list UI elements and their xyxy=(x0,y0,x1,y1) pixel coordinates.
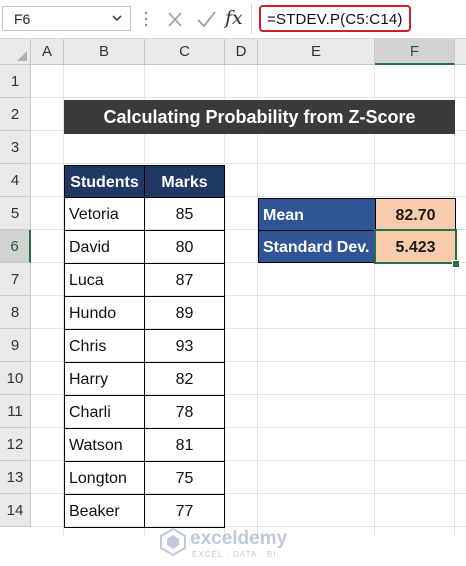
column-header-c[interactable]: C xyxy=(145,39,225,65)
row-header-13[interactable]: 13 xyxy=(0,461,31,494)
watermark-logo: exceldemy EXCEL · DATA · BI xyxy=(160,526,320,566)
row-header-11[interactable]: 11 xyxy=(0,395,31,428)
column-header-b[interactable]: B xyxy=(64,39,145,65)
active-cell-border xyxy=(374,229,457,264)
column-header-next[interactable] xyxy=(455,39,466,65)
student-name-cell[interactable]: Luca xyxy=(64,263,145,297)
student-name-cell[interactable]: Hundo xyxy=(64,296,145,330)
table-header-marks[interactable]: Marks xyxy=(144,165,225,198)
row-header-14[interactable]: 14 xyxy=(0,494,31,527)
row-header-6[interactable]: 6 xyxy=(0,230,31,263)
fill-handle[interactable] xyxy=(452,260,460,268)
row-header-12[interactable]: 12 xyxy=(0,428,31,461)
student-name-cell[interactable]: Watson xyxy=(64,428,145,462)
marks-cell[interactable]: 89 xyxy=(144,296,225,330)
row-header-7[interactable]: 7 xyxy=(0,263,31,296)
gridline xyxy=(257,65,258,536)
row-header-4[interactable]: 4 xyxy=(0,164,31,197)
row-header-5[interactable]: 5 xyxy=(0,197,31,230)
row-header-8[interactable]: 8 xyxy=(0,296,31,329)
row-header-3[interactable]: 3 xyxy=(0,131,31,164)
column-header-d[interactable]: D xyxy=(225,39,258,65)
name-box[interactable]: F6 xyxy=(2,6,131,31)
marks-cell[interactable]: 80 xyxy=(144,230,225,264)
student-name-cell[interactable]: Longton xyxy=(64,461,145,495)
marks-cell[interactable]: 85 xyxy=(144,197,225,231)
student-name-cell[interactable]: Vetoria xyxy=(64,197,145,231)
student-name-cell[interactable]: Harry xyxy=(64,362,145,396)
watermark-name: exceldemy xyxy=(190,528,288,549)
student-name-cell[interactable]: Charli xyxy=(64,395,145,429)
chevron-down-icon[interactable] xyxy=(110,11,124,25)
gridline xyxy=(31,163,466,164)
column-header-f[interactable]: F xyxy=(375,39,455,65)
formula-text: =STDEV.P(C5:C14) xyxy=(267,11,403,28)
formula-bar: F6 fx =STDEV.P(C5:C14) xyxy=(0,0,466,39)
marks-cell[interactable]: 77 xyxy=(144,494,225,528)
sheet-title[interactable]: Calculating Probability from Z-Score xyxy=(64,100,455,134)
marks-cell[interactable]: 82 xyxy=(144,362,225,396)
mean-label[interactable]: Mean xyxy=(258,198,376,231)
row-header-10[interactable]: 10 xyxy=(0,362,31,395)
row-header-2[interactable]: 2 xyxy=(0,98,31,131)
check-icon[interactable] xyxy=(195,7,217,31)
marks-cell[interactable]: 78 xyxy=(144,395,225,429)
cancel-icon[interactable] xyxy=(165,7,185,31)
marks-cell[interactable]: 75 xyxy=(144,461,225,495)
insert-function-icon[interactable]: fx xyxy=(225,7,243,29)
worksheet-grid[interactable]: A B C D E F 1 2 3 4 5 6 7 8 9 10 11 12 1… xyxy=(0,39,466,559)
std-dev-label[interactable]: Standard Dev. xyxy=(258,230,376,263)
student-name-cell[interactable]: David xyxy=(64,230,145,264)
table-header-students[interactable]: Students xyxy=(64,165,145,198)
marks-cell[interactable]: 93 xyxy=(144,329,225,363)
student-name-cell[interactable]: Chris xyxy=(64,329,145,363)
gridline xyxy=(374,65,375,536)
marks-cell[interactable]: 81 xyxy=(144,428,225,462)
column-header-e[interactable]: E xyxy=(258,39,375,65)
name-box-value: F6 xyxy=(14,11,31,27)
student-name-cell[interactable]: Beaker xyxy=(64,494,145,528)
drag-handle-icon[interactable] xyxy=(144,10,148,28)
mean-value[interactable]: 82.70 xyxy=(375,198,456,231)
marks-cell[interactable]: 87 xyxy=(144,263,225,297)
formula-bar-divider xyxy=(251,4,252,34)
exceldemy-logo-icon xyxy=(160,528,186,556)
row-header-1[interactable]: 1 xyxy=(0,65,31,98)
watermark-tagline: EXCEL · DATA · BI xyxy=(192,550,277,559)
column-header-a[interactable]: A xyxy=(31,39,64,65)
select-all-button[interactable] xyxy=(0,39,31,65)
formula-input[interactable]: =STDEV.P(C5:C14) xyxy=(259,5,411,32)
gridline xyxy=(454,65,455,536)
gridline xyxy=(31,97,466,98)
row-header-9[interactable]: 9 xyxy=(0,329,31,362)
